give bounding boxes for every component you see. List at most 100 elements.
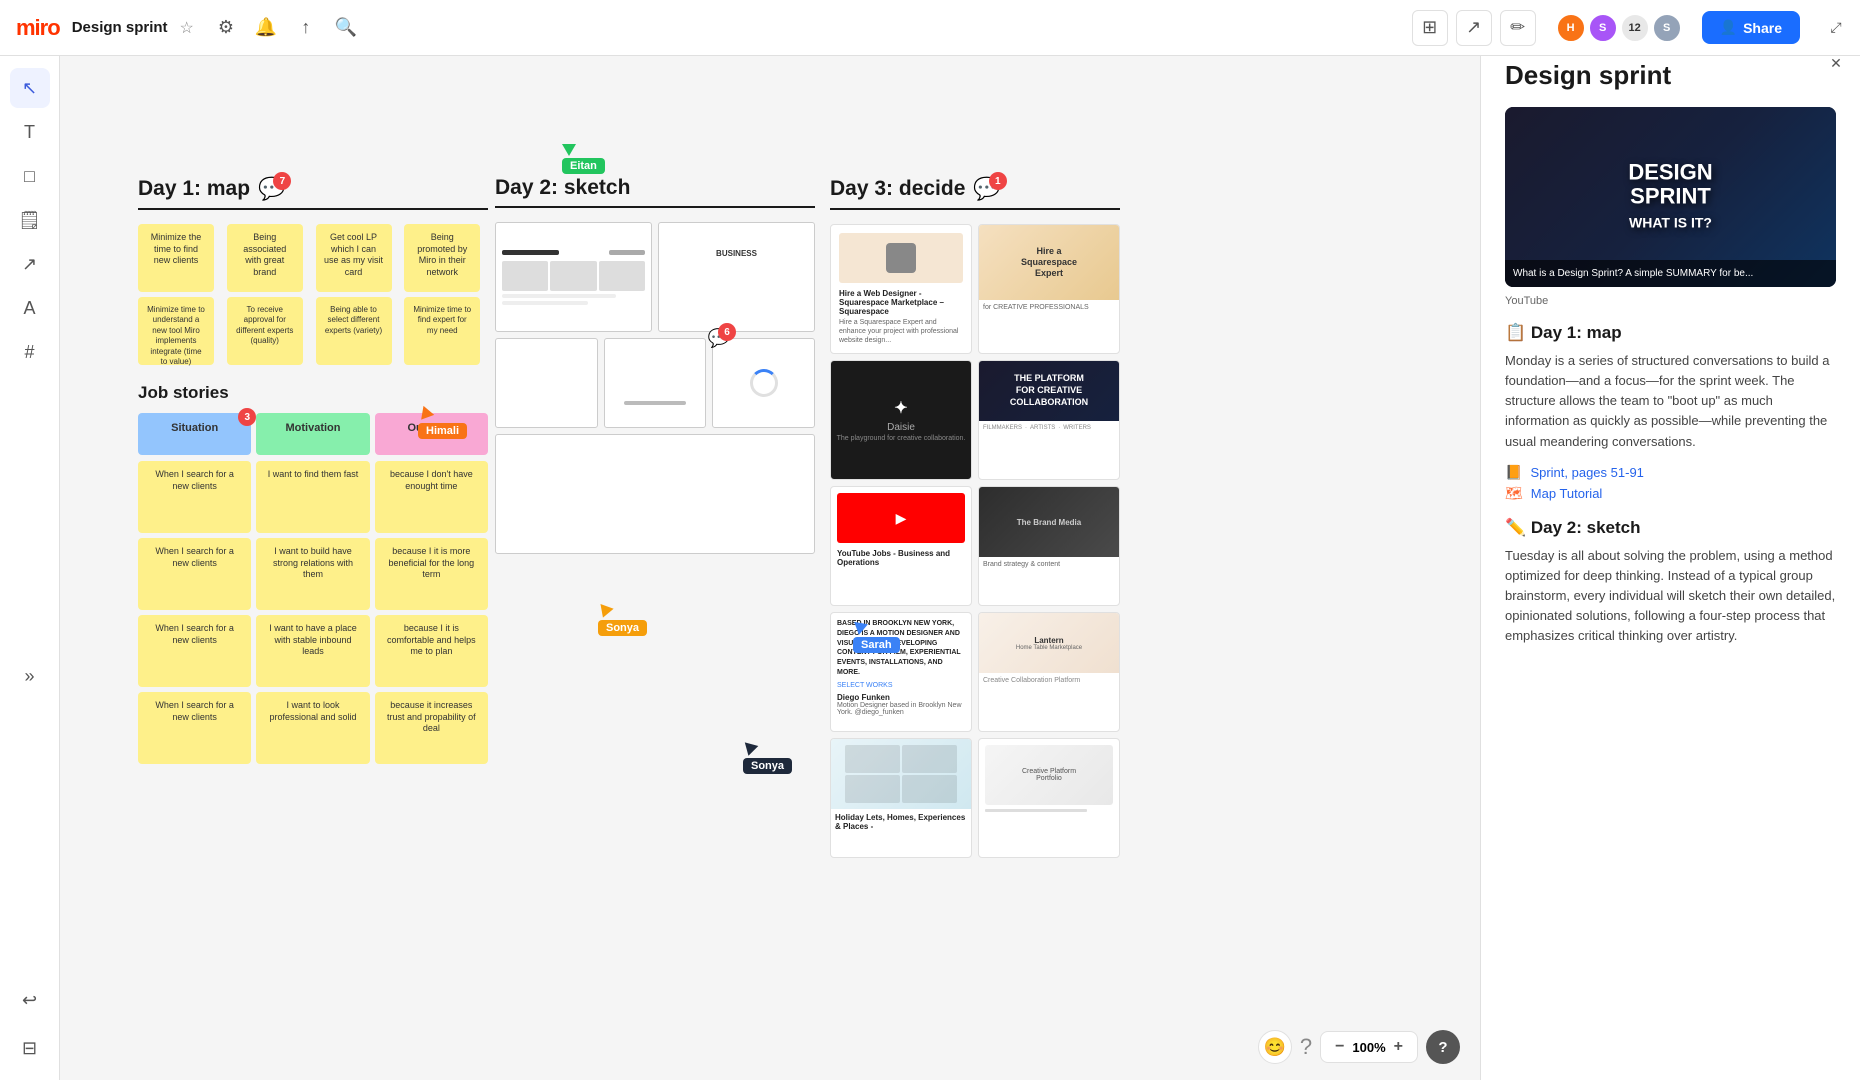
share-button[interactable]: 👤 Share bbox=[1702, 11, 1800, 44]
sticky-goal-6: To receive approval for different expert… bbox=[227, 297, 303, 365]
sprint-pages-link[interactable]: 📙 Sprint, pages 51-91 bbox=[1505, 464, 1836, 481]
search-icon[interactable]: 🔍 bbox=[330, 12, 362, 44]
sticky-goal-7: Being able to select different experts (… bbox=[316, 297, 392, 365]
wireframe-grid-top: BUSINESS bbox=[495, 222, 815, 332]
help-button[interactable]: ? bbox=[1426, 1030, 1460, 1064]
help-icon[interactable]: ? bbox=[1300, 1034, 1312, 1060]
wireframe-grid-mid: 💬 6 bbox=[495, 338, 815, 428]
letter-tool[interactable]: A bbox=[10, 288, 50, 328]
video-title-overlay: What is a Design Sprint? A simple SUMMAR… bbox=[1505, 260, 1836, 287]
shape-tool[interactable]: □ bbox=[10, 156, 50, 196]
day1-description: Monday is a series of structured convers… bbox=[1505, 351, 1836, 452]
day1-comment[interactable]: 💬 7 bbox=[258, 176, 285, 202]
undo-tool[interactable]: ↩ bbox=[10, 980, 50, 1020]
zoom-control: − 100% + bbox=[1320, 1031, 1418, 1063]
close-icon[interactable]: ✕ bbox=[1820, 48, 1852, 80]
cursor-himali: Himali bbox=[418, 409, 467, 439]
thumb-daisie: ✦ Daisie The playground for creative col… bbox=[830, 360, 972, 480]
story4-situation: When I search for a new clients bbox=[138, 692, 251, 764]
story-row-1: When I search for a new clients I want t… bbox=[138, 461, 488, 533]
thumb-creative: THE PLATFORMFOR CREATIVECOLLABORATION FI… bbox=[978, 360, 1120, 480]
select-tool[interactable]: ↗ bbox=[1456, 10, 1492, 46]
day2-badge: 6 bbox=[718, 323, 736, 341]
left-toolbar: ↖ T □ 🗒 ↗ A # » ↩ ⊟ bbox=[0, 56, 60, 1080]
day1-title: Day 1: map bbox=[138, 177, 250, 201]
zoom-level: 100% bbox=[1352, 1040, 1385, 1055]
story3-motivation: I want to have a place with stable inbou… bbox=[256, 615, 369, 687]
motivation-header: Motivation bbox=[256, 413, 369, 455]
avatar-3: S bbox=[1652, 13, 1682, 43]
decide-thumbnails: Hire a Web Designer - Squarespace Market… bbox=[830, 224, 1120, 858]
sticky-goal-8: Minimize time to find expert for my need bbox=[404, 297, 480, 365]
day1-section-heading: 📋 Day 1: map bbox=[1505, 323, 1836, 343]
settings-icon[interactable]: ⚙ bbox=[210, 12, 242, 44]
expand-icon[interactable]: ⤢ bbox=[1820, 12, 1852, 44]
wireframe-6 bbox=[495, 434, 815, 554]
frame-tool[interactable]: # bbox=[10, 332, 50, 372]
video-caption: YouTube bbox=[1505, 295, 1836, 307]
day3-badge: 1 bbox=[989, 172, 1007, 190]
canvas: Eitan Himali Sonya Sonya Sarah Day 1: ma… bbox=[60, 56, 1480, 1080]
wireframe-2: BUSINESS bbox=[658, 222, 815, 332]
zoom-in-button[interactable]: + bbox=[1390, 1038, 1407, 1056]
board-title: Design sprint bbox=[72, 19, 168, 36]
story2-situation: When I search for a new clients bbox=[138, 538, 251, 610]
avatars: H S 12 S bbox=[1556, 13, 1682, 43]
bottom-bar: 😊 ? − 100% + ? bbox=[1258, 1030, 1460, 1064]
story-row-2: When I search for a new clients I want t… bbox=[138, 538, 488, 610]
day2-section: Day 2: sketch bbox=[495, 176, 815, 554]
day2-title: Day 2: sketch bbox=[495, 176, 630, 200]
day3-title: Day 3: decide bbox=[830, 177, 965, 201]
board-toggle[interactable]: ⊟ bbox=[10, 1028, 50, 1068]
thumb-brand: The Brand Media Brand strategy & content bbox=[978, 486, 1120, 606]
thumb-creative2: Creative PlatformPortfolio bbox=[978, 738, 1120, 858]
sticky-goal-2: Being associated with great brand bbox=[227, 224, 303, 292]
sticky-goal-3: Get cool LP which I can use as my visit … bbox=[316, 224, 392, 292]
wireframe-5 bbox=[712, 338, 815, 428]
star-icon[interactable]: ☆ bbox=[180, 18, 194, 38]
share-label: Share bbox=[1743, 20, 1782, 36]
day2-section-heading: ✏️ Day 2: sketch bbox=[1505, 518, 1836, 538]
thumb-squarespace1: Hire a Web Designer - Squarespace Market… bbox=[830, 224, 972, 354]
draw-tool[interactable]: ↗ bbox=[10, 244, 50, 284]
day1-badge: 7 bbox=[273, 172, 291, 190]
video-thumbnail[interactable]: DESIGN SPRINTWHAT IS IT? ▶ What is a Des… bbox=[1505, 107, 1836, 287]
select-tool[interactable]: ↖ bbox=[10, 68, 50, 108]
zoom-out-button[interactable]: − bbox=[1331, 1038, 1348, 1056]
story1-situation: When I search for a new clients bbox=[138, 461, 251, 533]
book-icon: 📙 bbox=[1505, 464, 1522, 481]
thumb-squarespace2: Hire aSquarespaceExpert for CREATIVE PRO… bbox=[978, 224, 1120, 354]
story1-outcome: because I don't have enought time bbox=[375, 461, 488, 533]
pen-tool[interactable]: ✏ bbox=[1500, 10, 1536, 46]
wireframe-3 bbox=[495, 338, 598, 428]
goal-row1: Minimize the time to find new clients Be… bbox=[138, 224, 488, 292]
story-rows: When I search for a new clients I want t… bbox=[138, 461, 488, 764]
share-icon: 👤 bbox=[1720, 19, 1737, 36]
sticky-tool[interactable]: 🗒 bbox=[10, 200, 50, 240]
emoji-reaction-button[interactable]: 😊 bbox=[1258, 1030, 1292, 1064]
sticky-goal-5: Minimize time to understand a new tool M… bbox=[138, 297, 214, 365]
story-row-4: When I search for a new clients I want t… bbox=[138, 692, 488, 764]
avatar-count: 12 bbox=[1620, 13, 1650, 43]
canvas-inner: Eitan Himali Sonya Sonya Sarah Day 1: ma… bbox=[60, 56, 1480, 1080]
expand-tools[interactable]: » bbox=[10, 656, 50, 696]
thumb-holiday: Holiday Lets, Homes, Experiences & Place… bbox=[830, 738, 972, 858]
day3-comment[interactable]: 💬 1 bbox=[973, 176, 1000, 202]
thumb-brooklyn: BASED IN BROOKLYN NEW YORK, DIEGO IS A M… bbox=[830, 612, 972, 732]
comment-badge-day2[interactable]: 💬 6 bbox=[708, 328, 730, 349]
day2-description: Tuesday is all about solving the problem… bbox=[1505, 546, 1836, 647]
share-upload-icon[interactable]: ↑ bbox=[290, 12, 322, 44]
notification-icon[interactable]: 🔔 bbox=[250, 12, 282, 44]
thumb-youtube-jobs: ▶ YouTube Jobs - Business and Operations bbox=[830, 486, 972, 606]
situation-badge: 3 bbox=[238, 408, 256, 426]
grid-tool[interactable]: ⊞ bbox=[1412, 10, 1448, 46]
cursor-eitan: Eitan bbox=[562, 144, 605, 174]
avatar-2: S bbox=[1588, 13, 1618, 43]
right-panel: 📌 Note ↑ ⤢ ✕ Design sprint DESIGN SPRINT… bbox=[1480, 0, 1860, 1080]
day3-section: Day 3: decide 💬 1 Hire a Web Designer - … bbox=[830, 176, 1120, 858]
miro-logo: miro bbox=[16, 15, 60, 41]
sticky-goal-1: Minimize the time to find new clients bbox=[138, 224, 214, 292]
text-tool[interactable]: T bbox=[10, 112, 50, 152]
map-tutorial-link[interactable]: 🗺 Map Tutorial bbox=[1505, 485, 1836, 502]
panel-settings-icon[interactable]: 📌 bbox=[1820, 0, 1852, 8]
